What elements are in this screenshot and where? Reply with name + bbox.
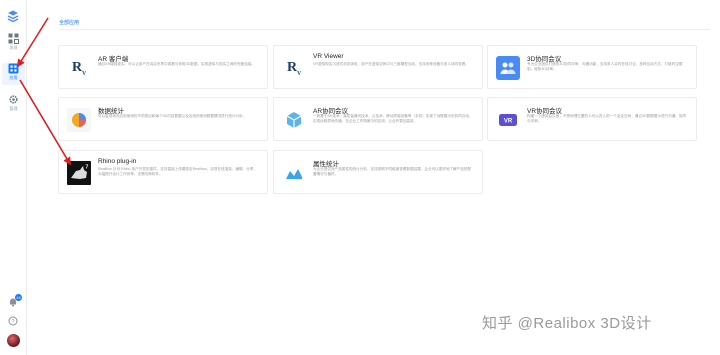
annotation-arrows bbox=[17, 17, 71, 166]
watermark-text: 知乎 @Realibox 3D设计 bbox=[482, 315, 652, 332]
annotation-arrow bbox=[19, 79, 71, 166]
annotation-arrow bbox=[17, 17, 49, 68]
